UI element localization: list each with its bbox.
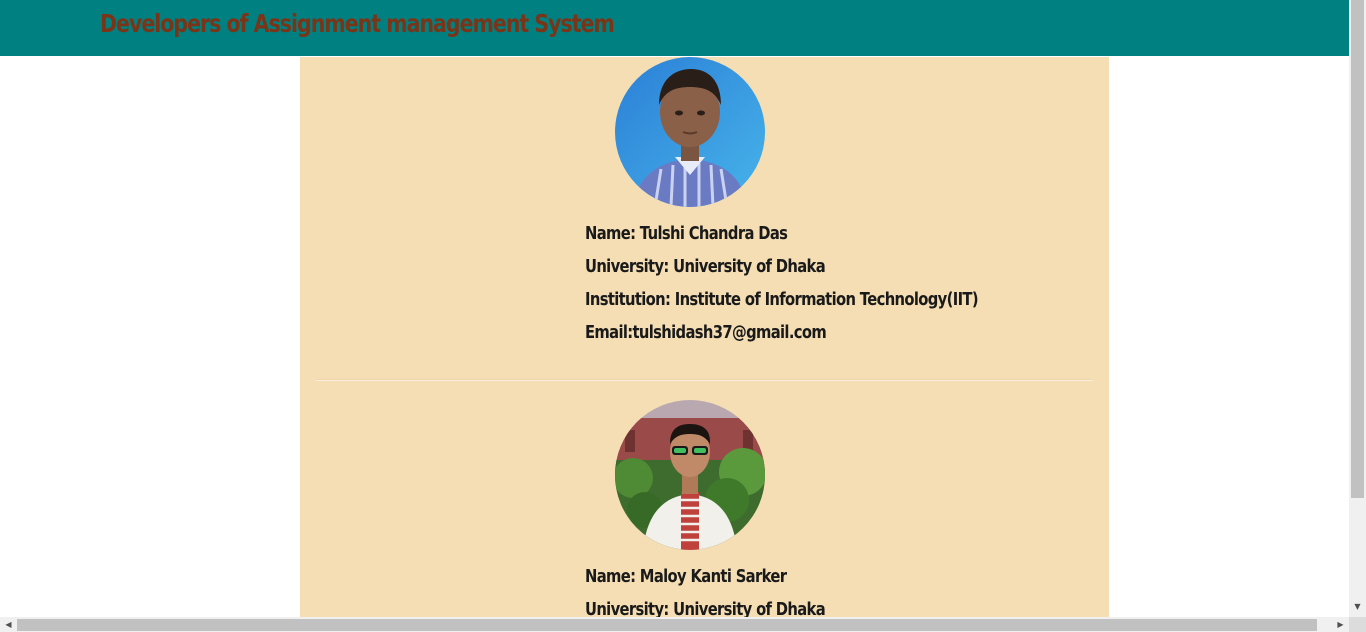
developer-email: Email:tulshidash37@gmail.com [585, 322, 827, 343]
developer-avatar [615, 57, 765, 207]
developer-name: Name: Tulshi Chandra Das [585, 223, 788, 244]
developer-name: Name: Maloy Kanti Sarker [585, 566, 787, 587]
developer-info: Name: Maloy Kanti Sarker University: Uni… [585, 560, 1105, 617]
header-bar: Developers of Assignment management Syst… [0, 0, 1349, 56]
card-divider [316, 379, 1093, 381]
developer-institution: Institution: Institute of Information Te… [585, 289, 979, 310]
developer-university: University: University of Dhaka [585, 599, 826, 617]
vertical-scrollbar[interactable]: ▲ ▼ [1349, 0, 1366, 617]
scroll-left-icon[interactable]: ◀ [0, 617, 17, 632]
developer-university: University: University of Dhaka [585, 256, 826, 277]
scroll-down-icon[interactable]: ▼ [1349, 598, 1366, 615]
developers-panel: Name: Tulshi Chandra Das University: Uni… [300, 57, 1109, 617]
page-title: Developers of Assignment management Syst… [100, 9, 615, 38]
vertical-scroll-thumb[interactable] [1351, 0, 1364, 498]
horizontal-scrollbar[interactable]: ◀ ▶ [0, 617, 1349, 632]
scrollbar-corner [1349, 617, 1366, 632]
developer-photo [615, 57, 765, 207]
horizontal-scroll-thumb[interactable] [17, 619, 1317, 631]
page: Developers of Assignment management Syst… [0, 0, 1349, 617]
developer-photo [615, 400, 765, 550]
developer-avatar [615, 400, 765, 550]
developer-info: Name: Tulshi Chandra Das University: Uni… [585, 217, 1105, 349]
scroll-right-icon[interactable]: ▶ [1332, 617, 1349, 632]
